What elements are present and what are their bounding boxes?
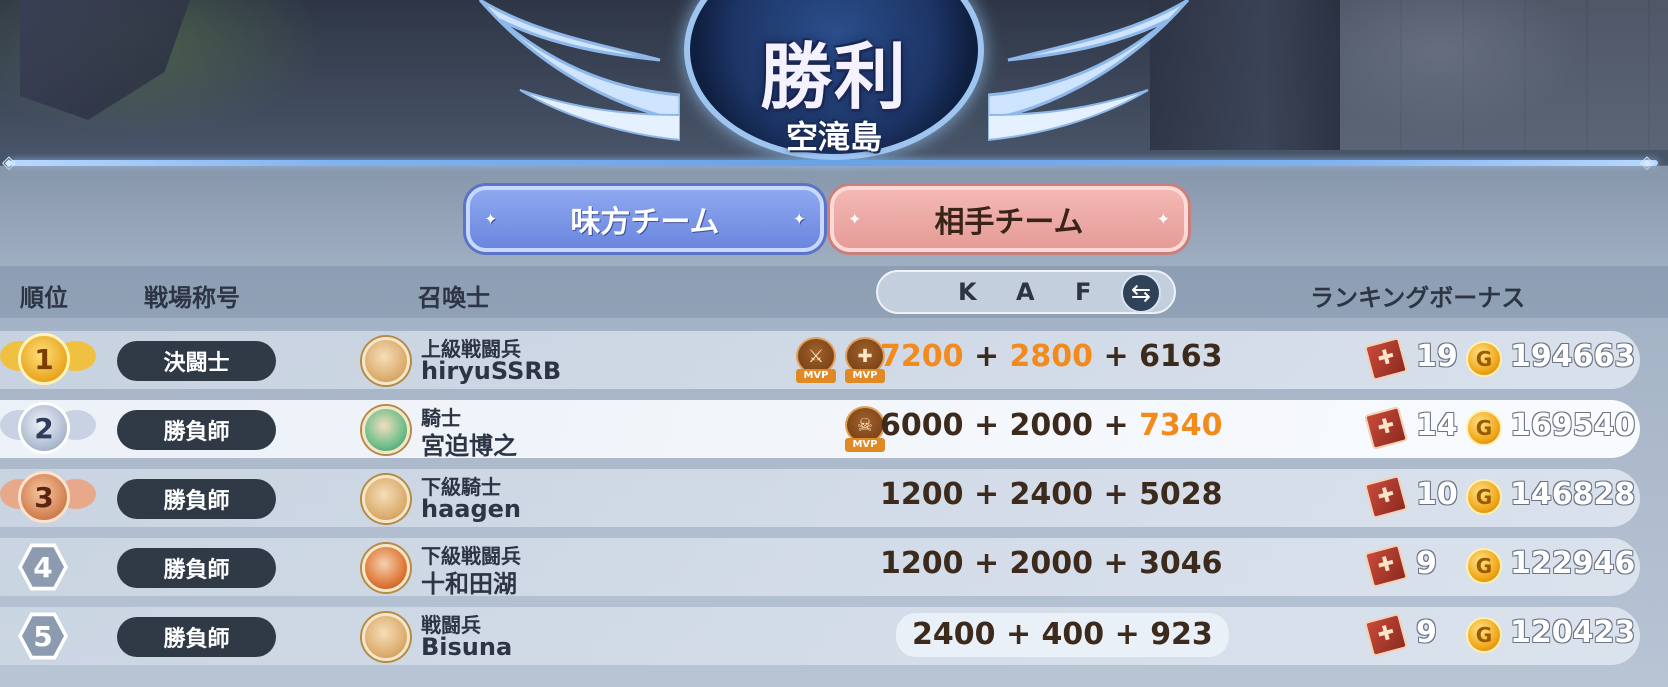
avatar[interactable] <box>362 406 410 454</box>
star-icon: ✦ <box>484 209 498 229</box>
kaf-score: 7200 + 2800 + 6163 <box>880 339 1223 374</box>
assist-score: 2400 <box>1009 477 1094 512</box>
assist-score: 2000 <box>1009 408 1094 443</box>
rank-number: 5 <box>33 619 53 653</box>
bonus-count: 10 <box>1416 477 1458 512</box>
rank-number: 3 <box>34 480 54 514</box>
coin-count: 120423 <box>1510 615 1636 650</box>
rank-bronze-medal-icon: 3 <box>18 471 70 523</box>
tab-ally-team[interactable]: ✦ 味方チーム ✦ <box>466 186 824 252</box>
rank-silver-medal-icon: 2 <box>18 402 70 454</box>
avatar[interactable] <box>362 544 410 592</box>
kill-score: 2400 <box>912 617 996 652</box>
gold-coin-icon: G <box>1466 548 1502 584</box>
rank-number: 1 <box>34 342 54 376</box>
battle-title-badge: 勝負師 <box>117 410 276 450</box>
kaf-score: 1200 + 2000 + 3046 <box>880 546 1223 581</box>
gold-coin-icon: G <box>1466 410 1502 446</box>
kill-score: 1200 <box>880 477 964 512</box>
flag-score: 3046 <box>1139 546 1223 581</box>
header-rank: 順位 <box>20 284 68 312</box>
coin-count: 194663 <box>1510 339 1636 374</box>
star-icon: ✦ <box>1156 209 1170 229</box>
kaf-score: 1200 + 2400 + 5028 <box>880 477 1223 512</box>
mvp-label: MVP <box>845 369 885 383</box>
rank-number: 2 <box>34 411 54 445</box>
avatar[interactable] <box>362 475 410 523</box>
rank-gold-medal-icon: 1 <box>18 333 70 385</box>
kill-score: 6000 <box>880 408 964 443</box>
player-name: 宮迫博之 <box>421 432 517 460</box>
tab-enemy-label: 相手チーム <box>934 205 1084 240</box>
player-name: haagen <box>421 495 522 523</box>
header-battle-title: 戦場称号 <box>144 284 240 312</box>
swap-button[interactable]: ⇆ <box>1121 273 1161 313</box>
star-icon: ✦ <box>792 209 806 229</box>
table-row[interactable]: 5 勝負師 戦闘兵 Bisuna 2400 + 400 + 923 9 G 12… <box>0 607 1640 665</box>
kaf-score: 2400 + 400 + 923 <box>896 613 1229 657</box>
flag-score: 923 <box>1150 617 1213 652</box>
assist-score: 2800 <box>1009 339 1094 374</box>
header-ranking-bonus: ランキングボーナス <box>1310 284 1526 312</box>
bonus-count: 9 <box>1416 615 1437 650</box>
rank-number: 4 <box>33 550 53 584</box>
kaf-score: 6000 + 2000 + 7340 <box>880 408 1223 443</box>
bonus-count: 14 <box>1416 408 1458 443</box>
mvp-label: MVP <box>845 438 885 452</box>
flag-score: 7340 <box>1139 408 1223 443</box>
map-name: 空滝島 <box>785 118 882 156</box>
gold-coin-icon: G <box>1466 341 1502 377</box>
bonus-count: 9 <box>1416 546 1437 581</box>
player-name: Bisuna <box>421 633 513 661</box>
table-row[interactable]: 3 勝負師 下級騎士 haagen 1200 + 2400 + 5028 10 … <box>0 469 1640 527</box>
table-row[interactable]: 4 勝負師 下級戦闘兵 十和田湖 1200 + 2000 + 3046 9 G … <box>0 538 1640 598</box>
battle-title-badge: 勝負師 <box>117 617 276 657</box>
swap-icon: ⇆ <box>1130 279 1152 307</box>
avatar[interactable] <box>362 613 410 661</box>
battle-title-badge: 勝負師 <box>117 479 276 519</box>
avatar[interactable] <box>362 337 410 385</box>
star-icon: ✦ <box>848 209 862 229</box>
kill-score: 7200 <box>880 339 964 374</box>
table-row[interactable]: 1 決闘士 上級戦闘兵 hiryuSSRB ⚔ MVP ✚ MVP 7200 +… <box>0 331 1640 389</box>
flag-score: 5028 <box>1139 477 1223 512</box>
assist-score: 400 <box>1041 617 1105 652</box>
assist-score: 2000 <box>1009 546 1094 581</box>
coin-count: 169540 <box>1510 408 1636 443</box>
header-f: F <box>1075 278 1092 306</box>
kill-score: 1200 <box>880 546 964 581</box>
player-name: hiryuSSRB <box>421 357 562 385</box>
coin-count: 122946 <box>1510 546 1636 581</box>
coin-count: 146828 <box>1510 477 1636 512</box>
header-a: A <box>1016 278 1035 306</box>
header-k: K <box>958 278 977 306</box>
tab-enemy-team[interactable]: ✦ 相手チーム ✦ <box>830 186 1188 252</box>
mvp-label: MVP <box>796 369 836 383</box>
result-title: 勝利 <box>759 35 908 119</box>
flag-score: 6163 <box>1139 339 1223 374</box>
table-row[interactable]: 2 勝負師 騎士 宮迫博之 ☠ MVP 6000 + 2000 + 7340 1… <box>0 400 1640 460</box>
mvp-kill-badge: ⚔ MVP <box>794 337 838 383</box>
battle-title-badge: 勝負師 <box>117 548 276 588</box>
tab-ally-label: 味方チーム <box>570 205 720 240</box>
player-name: 十和田湖 <box>421 570 517 598</box>
header-summoner: 召喚士 <box>418 284 490 312</box>
gold-coin-icon: G <box>1466 479 1502 515</box>
battle-title-badge: 決闘士 <box>117 341 276 381</box>
bonus-count: 19 <box>1416 339 1458 374</box>
gold-coin-icon: G <box>1466 617 1502 653</box>
